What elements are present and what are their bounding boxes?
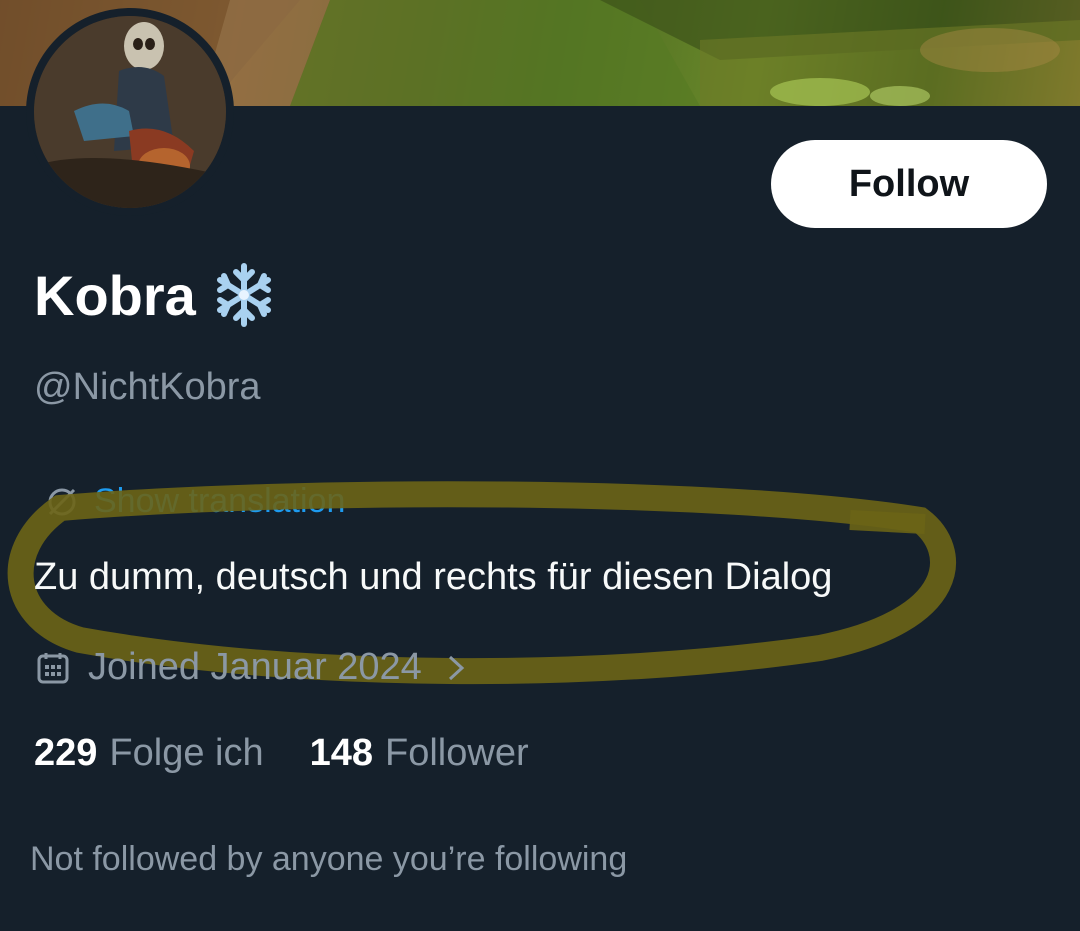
display-name: Kobra <box>34 263 196 327</box>
avatar[interactable] <box>26 8 234 216</box>
following-label: Folge ich <box>109 732 264 774</box>
follow-stats: 229 Folge ich 148 Follower <box>34 732 529 775</box>
followed-by-note: Not followed by anyone you’re following <box>30 840 628 878</box>
calendar-icon <box>36 651 70 685</box>
avatar-image <box>34 16 226 208</box>
joined-date[interactable]: Joined Januar 2024 <box>36 646 468 689</box>
followers-count: 148 <box>309 732 374 774</box>
followers-label: Follower <box>385 732 529 774</box>
show-translation-link[interactable]: Show translation <box>44 482 345 521</box>
joined-label: Joined Januar 2024 <box>88 646 422 688</box>
user-handle: @NichtKobra <box>34 366 261 408</box>
display-name-row: Kobra <box>34 262 274 328</box>
follow-button[interactable]: Follow <box>771 140 1047 228</box>
following-stat[interactable]: 229 Folge ich <box>34 732 264 775</box>
following-count: 229 <box>34 732 98 774</box>
snowflake-icon <box>214 262 274 328</box>
bio-text: Zu dumm, deutsch und rechts für diesen D… <box>34 556 833 598</box>
chevron-right-icon <box>444 651 468 685</box>
followers-stat[interactable]: 148 Follower <box>310 732 529 775</box>
globe-slash-icon <box>44 484 80 520</box>
show-translation-label: Show translation <box>94 482 346 520</box>
